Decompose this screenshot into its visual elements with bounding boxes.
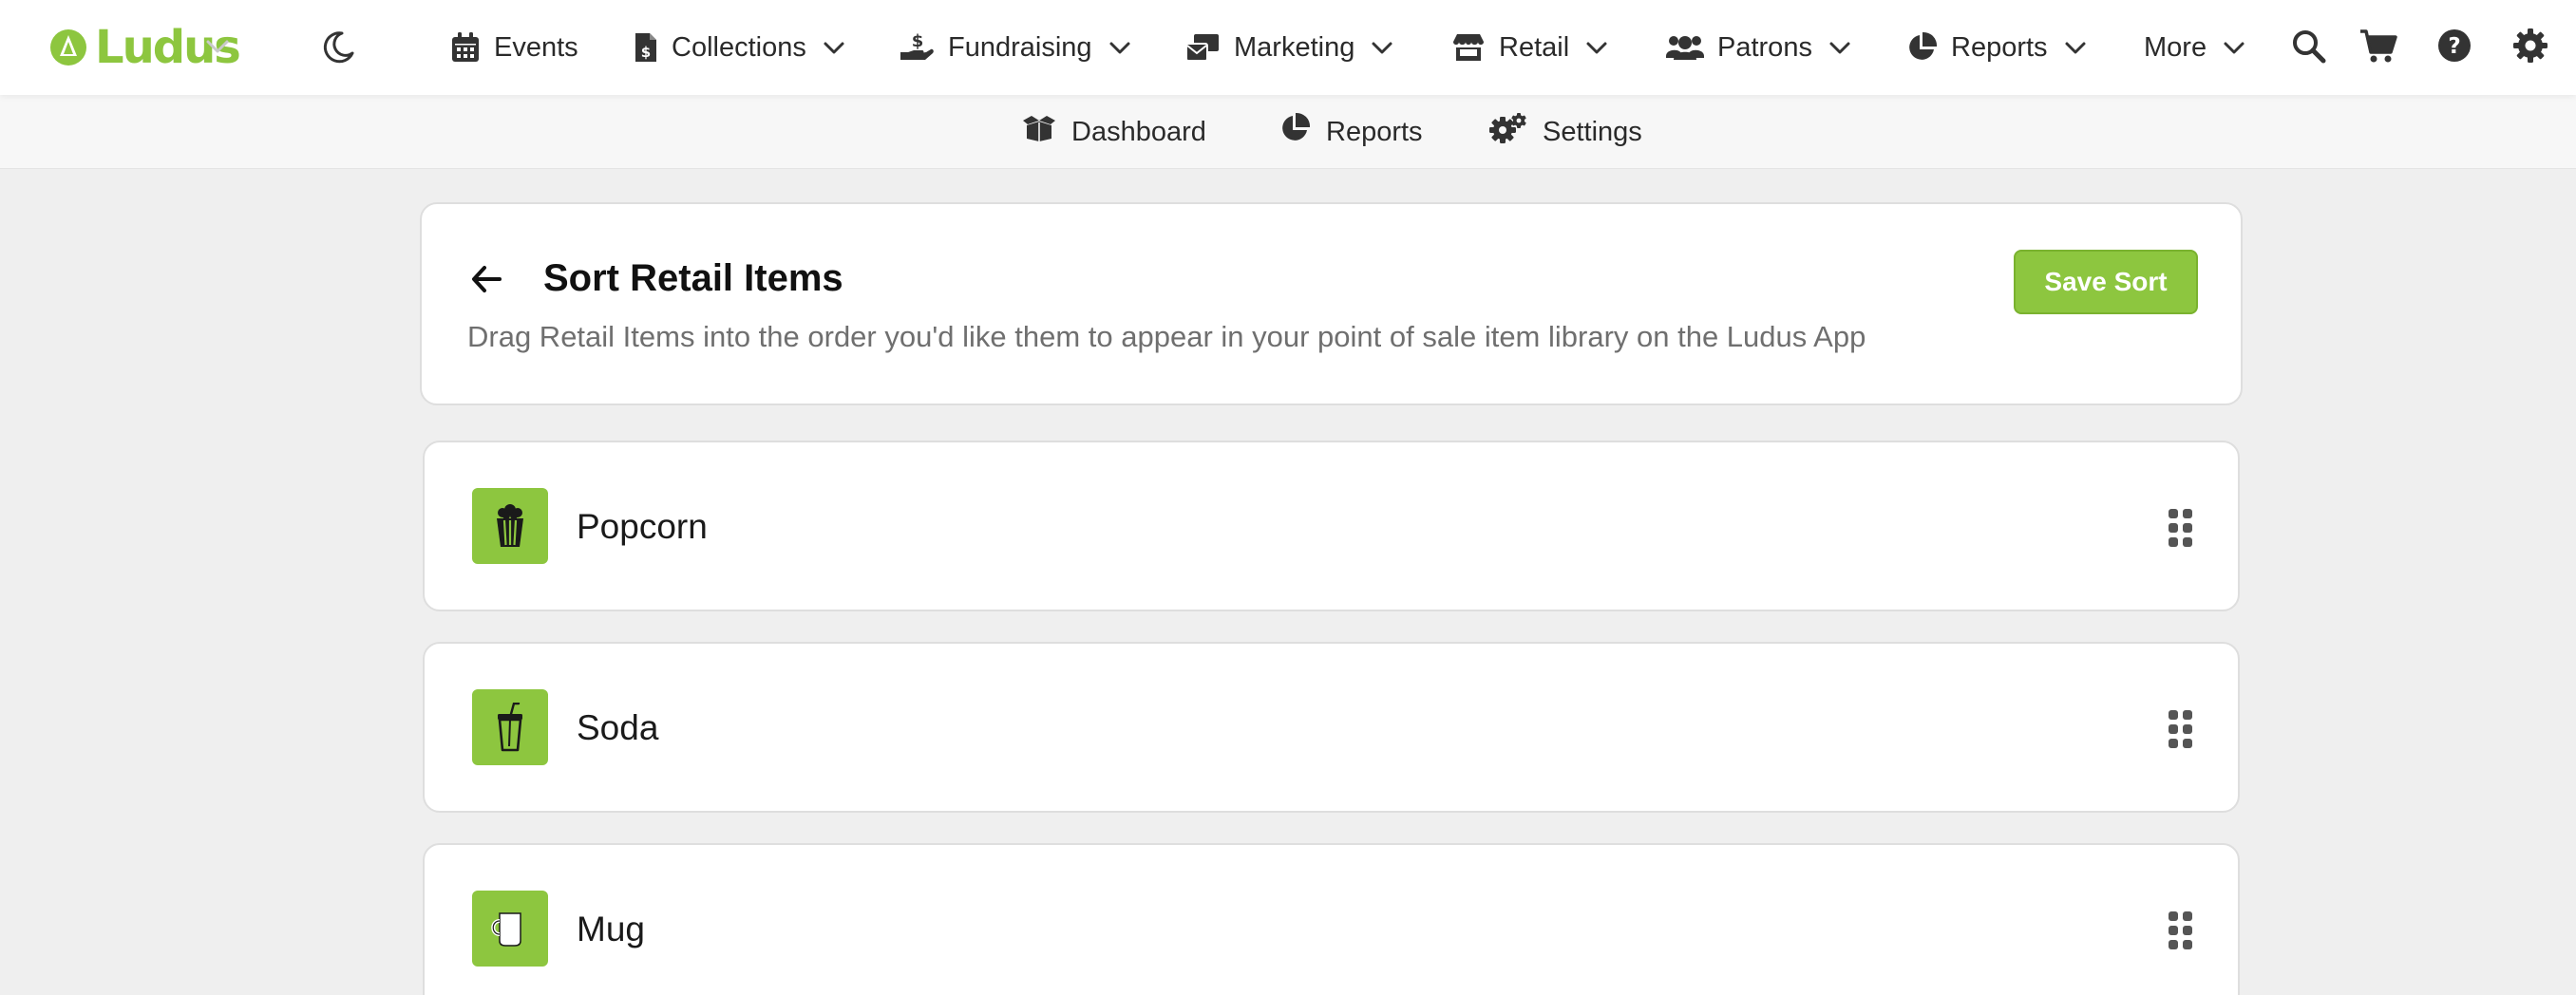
top-navigation: Ludus Events $ Collections $ Fundraising… bbox=[0, 0, 2576, 95]
soda-cup-icon bbox=[472, 689, 548, 765]
nav-label: More bbox=[2144, 31, 2207, 63]
svg-text:$: $ bbox=[912, 31, 924, 51]
drag-handle-icon[interactable] bbox=[2169, 911, 2193, 954]
search-icon[interactable] bbox=[2291, 28, 2327, 69]
nav-patrons[interactable]: Patrons bbox=[1666, 0, 1852, 95]
dark-mode-moon-icon[interactable] bbox=[319, 28, 357, 71]
nav-label: Reports bbox=[1951, 31, 2048, 63]
ludus-logo-icon bbox=[49, 28, 87, 66]
hand-holding-dollar-icon: $ bbox=[899, 31, 935, 64]
nav-label: Fundraising bbox=[948, 31, 1092, 63]
store-icon bbox=[1451, 32, 1486, 63]
users-icon bbox=[1666, 33, 1704, 62]
subnav-label: Reports bbox=[1326, 116, 1423, 147]
nav-fundraising[interactable]: $ Fundraising bbox=[899, 0, 1132, 95]
cogs-icon bbox=[1489, 113, 1527, 151]
chevron-down-icon bbox=[2063, 35, 2088, 60]
nav-label: Patrons bbox=[1717, 31, 1812, 63]
subnav-settings[interactable]: Settings bbox=[1489, 95, 1642, 169]
page-title: Sort Retail Items bbox=[543, 257, 843, 299]
drag-handle-icon[interactable] bbox=[2169, 710, 2193, 753]
nav-label: Collections bbox=[672, 31, 806, 63]
subnav-reports[interactable]: Reports bbox=[1279, 95, 1423, 169]
mail-bulk-icon bbox=[1184, 32, 1221, 63]
chevron-down-icon bbox=[1108, 35, 1132, 60]
chevron-down-icon bbox=[1584, 35, 1609, 60]
svg-text:?: ? bbox=[2448, 34, 2460, 59]
item-name: Mug bbox=[577, 910, 645, 948]
invoice-dollar-icon: $ bbox=[634, 31, 658, 64]
popcorn-icon bbox=[472, 488, 548, 564]
chevron-down-icon[interactable] bbox=[203, 32, 232, 66]
chevron-down-icon bbox=[1370, 35, 1394, 60]
calendar-icon bbox=[450, 31, 481, 64]
gear-icon[interactable] bbox=[2513, 28, 2548, 67]
nav-more[interactable]: More bbox=[2144, 0, 2246, 95]
box-open-icon bbox=[1022, 114, 1056, 150]
sortable-item-mug[interactable]: Mug bbox=[423, 843, 2240, 995]
item-name: Popcorn bbox=[577, 507, 708, 546]
drag-handle-icon[interactable] bbox=[2169, 509, 2193, 552]
sortable-item-soda[interactable]: Soda bbox=[423, 642, 2240, 813]
subnav-dashboard[interactable]: Dashboard bbox=[1022, 95, 1206, 169]
subnav-label: Dashboard bbox=[1071, 116, 1206, 147]
pie-chart-icon bbox=[1279, 112, 1311, 152]
nav-retail[interactable]: Retail bbox=[1451, 0, 1609, 95]
back-arrow-icon[interactable] bbox=[471, 265, 502, 298]
nav-marketing[interactable]: Marketing bbox=[1184, 0, 1394, 95]
cart-icon[interactable] bbox=[2359, 28, 2397, 69]
nav-collections[interactable]: $ Collections bbox=[634, 0, 846, 95]
save-sort-button[interactable]: Save Sort bbox=[2014, 250, 2198, 314]
sub-navigation: Dashboard Reports Settings bbox=[0, 95, 2576, 169]
nav-reports[interactable]: Reports bbox=[1905, 0, 2088, 95]
chevron-down-icon bbox=[822, 35, 846, 60]
page-description: Drag Retail Items into the order you'd l… bbox=[467, 320, 1866, 353]
nav-label: Events bbox=[494, 31, 578, 63]
help-icon[interactable]: ? bbox=[2437, 28, 2472, 67]
sortable-item-popcorn[interactable]: Popcorn bbox=[423, 441, 2240, 611]
nav-events[interactable]: Events bbox=[450, 0, 578, 95]
svg-text:$: $ bbox=[641, 44, 651, 61]
nav-label: Retail bbox=[1499, 31, 1570, 63]
subnav-label: Settings bbox=[1543, 116, 1642, 147]
mug-icon bbox=[472, 891, 548, 967]
pie-chart-icon bbox=[1905, 31, 1938, 64]
nav-label: Marketing bbox=[1234, 31, 1355, 63]
chevron-down-icon bbox=[1828, 35, 1852, 60]
chevron-down-icon bbox=[2222, 35, 2246, 60]
item-name: Soda bbox=[577, 708, 659, 747]
page-header-card: Sort Retail Items Drag Retail Items into… bbox=[420, 202, 2243, 405]
